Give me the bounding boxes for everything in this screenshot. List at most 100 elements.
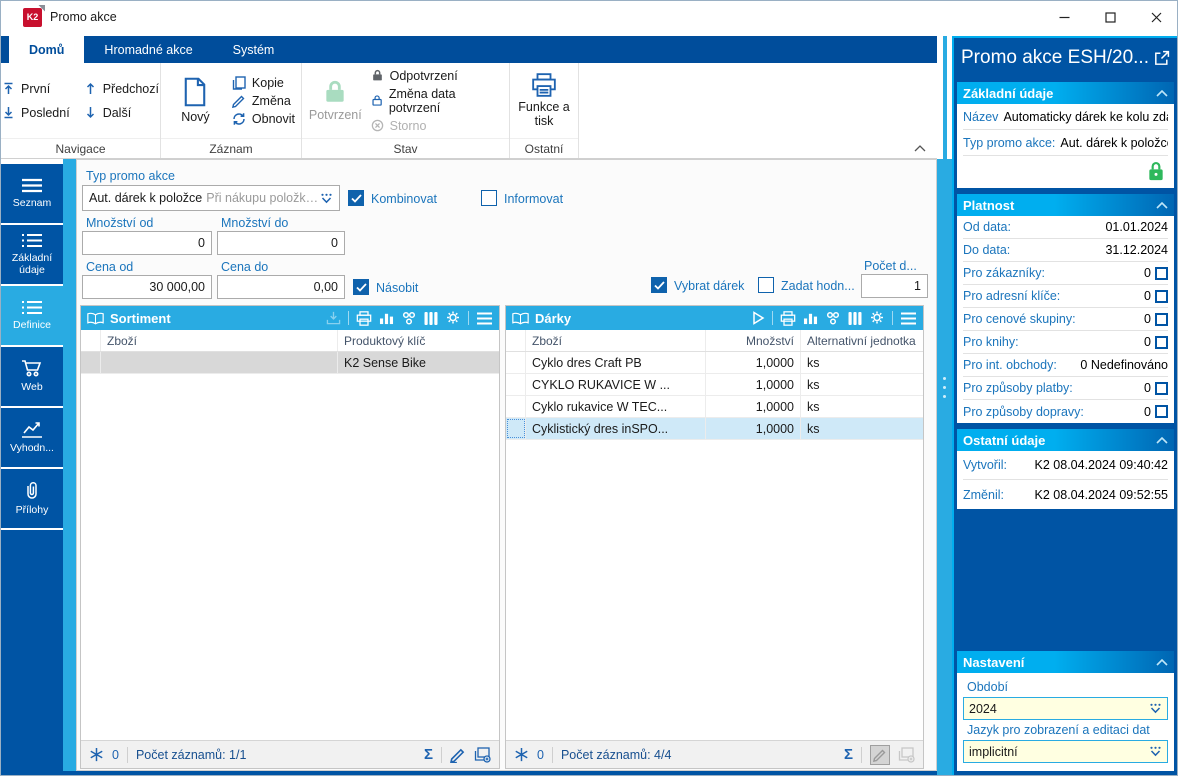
tab-domu[interactable]: Domů (9, 36, 85, 63)
typ-promo-akce-combo[interactable]: Aut. dárek k položce Při nákupu položky … (82, 185, 340, 211)
refresh-button[interactable]: Obnovit (232, 112, 295, 126)
table-row[interactable]: Cyklo rukavice W TEC... 1,0000 ks (506, 396, 923, 418)
sidebar-item-zakladni-udaje[interactable]: Základní údaje (1, 225, 63, 284)
change-date-lock-icon (372, 95, 382, 106)
column-zbozi[interactable]: Zboží (101, 330, 338, 351)
menu-icon[interactable] (900, 312, 917, 325)
new-button[interactable]: Nový (167, 75, 224, 126)
edit-icon[interactable] (450, 747, 466, 763)
section-header[interactable]: Platnost (957, 194, 1174, 216)
dropdown-icon[interactable] (320, 193, 333, 204)
menu-icon[interactable] (476, 312, 493, 325)
platnost-row: Pro adresní klíče: 0 (963, 285, 1168, 308)
confirm-button[interactable]: Potvrzení (308, 77, 363, 124)
sidebar-item-prilohy[interactable]: Přílohy (1, 469, 63, 528)
external-link-icon[interactable] (1154, 50, 1170, 66)
sidebar-item-seznam[interactable]: Seznam (1, 164, 63, 223)
sum-icon[interactable]: Σ (424, 746, 433, 763)
collapse-icon[interactable] (1156, 89, 1168, 97)
nasobit-checkbox[interactable] (353, 279, 369, 295)
print-icon[interactable] (780, 310, 796, 326)
table-row-selected[interactable]: Cyklistický dres inSPO... 1,0000 ks (506, 418, 923, 440)
zadat-hodnotu-checkbox[interactable] (758, 277, 774, 293)
row-checkbox[interactable] (1155, 289, 1168, 303)
columns-icon[interactable] (424, 311, 438, 326)
dropdown-icon[interactable] (1149, 703, 1162, 714)
column-zbozi[interactable]: Zboží (526, 330, 706, 351)
mnozstvi-od-field[interactable]: 0 (82, 231, 212, 255)
next-button[interactable]: Další (84, 106, 159, 120)
gear-icon[interactable] (445, 310, 461, 326)
row-checkbox[interactable] (1155, 312, 1168, 326)
gear-icon[interactable] (869, 310, 885, 326)
kombinovat-checkbox[interactable] (348, 190, 364, 206)
section-ostatni-udaje: Ostatní údaje Vytvořil: K2 08.04.2024 09:… (957, 429, 1174, 509)
print-icon[interactable] (356, 310, 372, 326)
import-icon[interactable] (326, 311, 341, 325)
columns-icon[interactable] (848, 311, 862, 326)
table-row[interactable]: CYKLO RUKAVICE W ... 1,0000 ks (506, 374, 923, 396)
row-checkbox[interactable] (1155, 405, 1168, 418)
add-copy-icon (898, 746, 915, 763)
functions-print-button[interactable]: Funkce a tisk (516, 71, 572, 131)
maximize-button[interactable] (1087, 1, 1133, 33)
column-produktovy-klic[interactable]: Produktový klíč (338, 330, 499, 351)
sidebar-item-vyhodnoceni[interactable]: Vyhodn... (1, 408, 63, 467)
tab-hromadne-akce[interactable]: Hromadné akce (84, 36, 212, 63)
column-mnozstvi[interactable]: Množství (706, 330, 801, 351)
zadat-hodnotu-label: Zadat hodn... (781, 279, 855, 293)
section-zakladni-udaje: Základní údaje Název Automaticky dárek k… (957, 82, 1174, 188)
row-checkbox[interactable] (1155, 335, 1168, 349)
add-copy-icon[interactable] (474, 746, 491, 763)
asterisk-icon (515, 747, 528, 762)
cena-do-field[interactable]: 0,00 (217, 275, 345, 299)
table-row[interactable]: K2 Sense Bike (81, 352, 499, 374)
ribbon-tab-bar: Domů Hromadné akce Systém (1, 36, 937, 63)
cena-od-field[interactable]: 30 000,00 (82, 275, 212, 299)
jazyk-combo[interactable]: implicitní (963, 740, 1168, 763)
ribbon-collapse-button[interactable] (909, 141, 931, 155)
pocet-darku-field[interactable]: 1 (861, 274, 928, 298)
sum-icon[interactable]: Σ (844, 746, 853, 763)
edit-icon (873, 749, 886, 762)
collapse-icon[interactable] (1156, 658, 1168, 666)
chart-icon[interactable] (379, 311, 394, 325)
table-row[interactable]: Cyklo dres Craft PB 1,0000 ks (506, 352, 923, 374)
sidebar-item-web[interactable]: Web (1, 347, 63, 406)
obdobi-combo[interactable]: 2024 (963, 697, 1168, 720)
first-button[interactable]: První (2, 82, 70, 96)
cluster-icon[interactable] (825, 311, 841, 326)
chart-icon[interactable] (803, 311, 818, 325)
group-label-zaznam: Záznam (161, 138, 301, 158)
tab-system[interactable]: Systém (213, 36, 295, 63)
copy-button[interactable]: Kopie (232, 76, 295, 90)
unconfirm-button[interactable]: Odpotvrzení (371, 69, 503, 83)
collapse-icon[interactable] (1156, 436, 1168, 444)
informovat-label: Informovat (504, 192, 564, 206)
informovat-checkbox[interactable] (481, 190, 497, 206)
close-button[interactable] (1133, 1, 1177, 33)
dropdown-icon[interactable] (1149, 746, 1162, 757)
sidebar-item-definice[interactable]: Definice (1, 286, 63, 345)
collapse-icon[interactable] (1156, 201, 1168, 209)
play-icon[interactable] (752, 311, 765, 325)
ribbon-group-stav: Potvrzení Odpotvrzení Změna data potvrze… (302, 63, 510, 158)
previous-button[interactable]: Předchozí (84, 82, 159, 96)
column-alternativni-jednotka[interactable]: Alternativní jednotka (801, 330, 923, 351)
section-header[interactable]: Ostatní údaje (957, 429, 1174, 451)
last-button[interactable]: Poslední (2, 106, 70, 120)
panel-splitter[interactable] (937, 159, 952, 775)
row-checkbox[interactable] (1155, 266, 1168, 280)
section-header[interactable]: Základní údaje (957, 82, 1174, 104)
first-icon (4, 82, 13, 94)
cancel-button[interactable]: Storno (371, 119, 503, 133)
darky-header: Dárky (506, 306, 923, 330)
vybrat-darek-checkbox[interactable] (651, 277, 667, 293)
minimize-button[interactable] (1041, 1, 1087, 33)
mnozstvi-do-field[interactable]: 0 (217, 231, 345, 255)
change-button[interactable]: Změna (231, 94, 295, 108)
change-confirm-date-button[interactable]: Změna data potvrzení (371, 87, 503, 115)
section-header[interactable]: Nastavení (957, 651, 1174, 673)
row-checkbox[interactable] (1155, 381, 1168, 395)
cluster-icon[interactable] (401, 311, 417, 326)
